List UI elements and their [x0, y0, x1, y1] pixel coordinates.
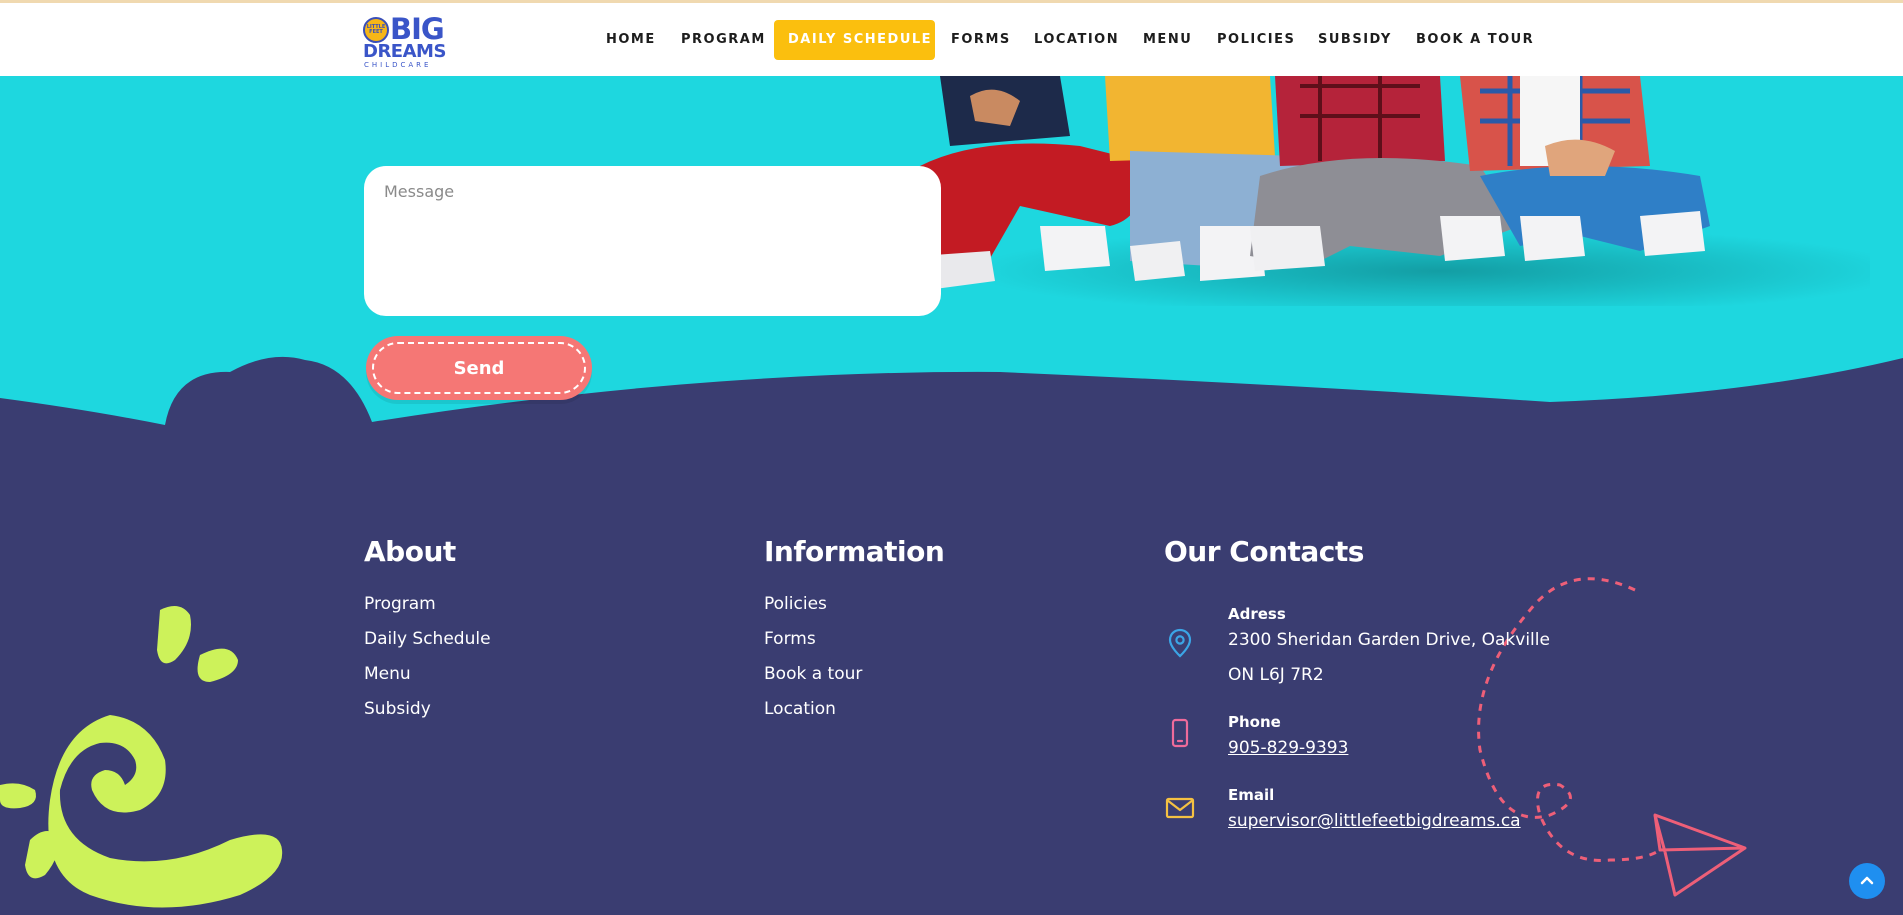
- email-label: Email: [1228, 786, 1275, 804]
- footer-information-heading: Information: [764, 535, 945, 568]
- phone-link[interactable]: 905-829-9393: [1228, 731, 1348, 766]
- footer-link-book-a-tour[interactable]: Book a tour: [764, 664, 862, 684]
- footer-link-subsidy[interactable]: Subsidy: [364, 699, 431, 719]
- send-button[interactable]: Send: [366, 336, 592, 400]
- chevron-up-icon: [1860, 876, 1874, 885]
- main-nav: HOME PROGRAM DAILY SCHEDULE FORMS LOCATI…: [0, 20, 1903, 60]
- nav-menu[interactable]: MENU: [1143, 20, 1192, 60]
- address-line-1: 2300 Sheridan Garden Drive, Oakville: [1228, 630, 1550, 650]
- footer-about-links: Program Daily Schedule Menu Subsidy: [364, 594, 491, 734]
- message-textarea[interactable]: [364, 166, 941, 316]
- footer-link-policies[interactable]: Policies: [764, 594, 827, 614]
- site-header: LITTLE FEET BIG DREAMS CHILDCARE HOME PR…: [0, 0, 1903, 76]
- footer-link-menu[interactable]: Menu: [364, 664, 411, 684]
- message-field[interactable]: [364, 166, 941, 316]
- footer-about: About Program Daily Schedule Menu Subsid…: [364, 535, 491, 734]
- wave-divider: [0, 356, 1903, 460]
- address-line-2: ON L6J 7R2: [1228, 665, 1324, 685]
- footer-link-forms[interactable]: Forms: [764, 629, 816, 649]
- footer-link-location[interactable]: Location: [764, 699, 836, 719]
- footer-information-links: Policies Forms Book a tour Location: [764, 594, 944, 734]
- email-link[interactable]: supervisor@littlefeetbigdreams.ca: [1228, 804, 1521, 839]
- paper-plane-decoration: [1477, 577, 1747, 897]
- map-pin-icon: [1168, 628, 1192, 658]
- phone-icon: [1171, 718, 1189, 748]
- mail-icon: [1165, 797, 1195, 819]
- logo-childcare: CHILDCARE: [364, 61, 432, 69]
- nav-forms[interactable]: FORMS: [951, 20, 1011, 60]
- send-button-label: Send: [372, 342, 586, 394]
- phone-label: Phone: [1228, 713, 1281, 731]
- kids-photo: [920, 76, 1870, 306]
- scroll-to-top-button[interactable]: [1849, 863, 1885, 899]
- footer-about-heading: About: [364, 535, 456, 568]
- footer-contacts: Our Contacts: [1164, 535, 1364, 568]
- footer-link-daily-schedule[interactable]: Daily Schedule: [364, 629, 491, 649]
- nav-policies[interactable]: POLICIES: [1217, 20, 1295, 60]
- nav-home[interactable]: HOME: [606, 20, 656, 60]
- nav-subsidy[interactable]: SUBSIDY: [1318, 20, 1392, 60]
- nav-daily-schedule[interactable]: DAILY SCHEDULE: [774, 20, 935, 60]
- nav-program[interactable]: PROGRAM: [681, 20, 766, 60]
- footer-link-program[interactable]: Program: [364, 594, 436, 614]
- footer-contacts-heading: Our Contacts: [1164, 535, 1364, 568]
- footer-information: Information Policies Forms Book a tour L…: [764, 535, 945, 734]
- nav-location[interactable]: LOCATION: [1034, 20, 1119, 60]
- nav-book-a-tour[interactable]: BOOK A TOUR: [1416, 20, 1534, 60]
- swirl-decoration: [0, 606, 283, 908]
- address-label: Adress: [1228, 605, 1286, 623]
